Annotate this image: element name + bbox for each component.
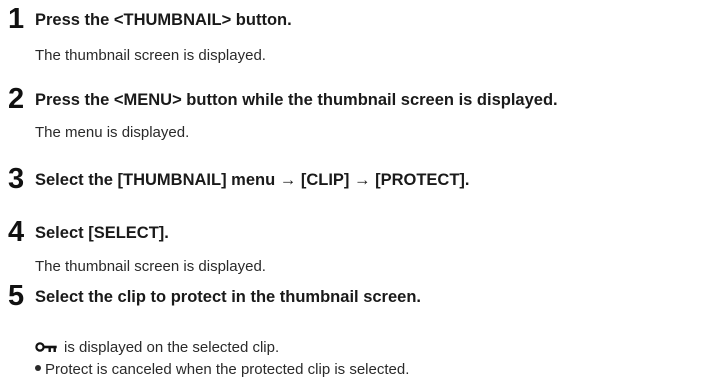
step-1: 1 Press the <THUMBNAIL> button. The thum… xyxy=(0,4,710,64)
step-2-header: 2 Press the <MENU> button while the thum… xyxy=(0,84,710,114)
step-number: 3 xyxy=(8,163,25,195)
step-4: 4 Select [SELECT]. The thumbnail screen … xyxy=(0,217,710,275)
key-icon xyxy=(35,339,58,359)
step-description-row: is displayed on the selected clip. xyxy=(35,338,279,359)
step-number: 5 xyxy=(8,280,25,312)
bullet-icon xyxy=(35,365,41,371)
step-description: is displayed on the selected clip. xyxy=(64,339,280,356)
step-5-header: 5 Select the clip to protect in the thum… xyxy=(0,281,710,311)
step-number: 4 xyxy=(8,216,25,248)
step-title: Select the [THUMBNAIL] menu → [CLIP] → [… xyxy=(35,171,470,189)
step-5: 5 Select the clip to protect in the thum… xyxy=(0,281,710,378)
step-4-header: 4 Select [SELECT]. xyxy=(0,217,710,247)
step-description: The menu is displayed. xyxy=(35,124,190,141)
step-title: Select [SELECT]. xyxy=(35,224,169,242)
step-2: 2 Press the <MENU> button while the thum… xyxy=(0,84,710,141)
step-title: Select the clip to protect in the thumbn… xyxy=(35,288,421,306)
step-1-header: 1 Press the <THUMBNAIL> button. xyxy=(0,4,710,34)
note-text: Protect is canceled when the protected c… xyxy=(45,361,410,378)
step-number: 1 xyxy=(8,3,25,35)
step-description: The thumbnail screen is displayed. xyxy=(35,47,266,64)
step-title: Press the <MENU> button while the thumbn… xyxy=(35,91,558,109)
step-title: Press the <THUMBNAIL> button. xyxy=(35,11,292,29)
step-note: Protect is canceled when the protected c… xyxy=(35,360,409,380)
step-description: The thumbnail screen is displayed. xyxy=(35,258,266,275)
step-3-header: 3 Select the [THUMBNAIL] menu → [CLIP] →… xyxy=(0,164,710,194)
step-3: 3 Select the [THUMBNAIL] menu → [CLIP] →… xyxy=(0,164,710,194)
step-number: 2 xyxy=(8,83,25,115)
